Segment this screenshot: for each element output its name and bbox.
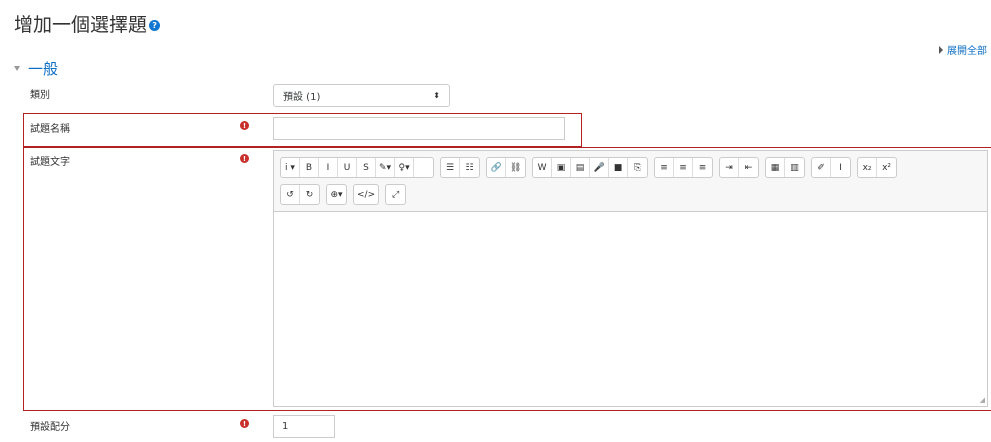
undo-button[interactable]: ↺ [281, 185, 300, 204]
fullscreen-button[interactable]: ⤢ [386, 185, 405, 204]
unlink-button[interactable]: ⛓ [506, 158, 525, 177]
triangle-right-icon [939, 45, 943, 54]
toolbar-group: x₂ x² [857, 157, 898, 178]
ordered-list-button[interactable]: ☷ [460, 158, 479, 177]
toolbar-group: ▦ ▥ [765, 157, 806, 178]
media-button[interactable]: ▤ [571, 158, 591, 177]
resize-grip-icon[interactable]: ◢ [980, 396, 985, 404]
link-button[interactable]: 🔗 [487, 158, 507, 177]
clear-format-button[interactable]: ✐ [812, 158, 832, 177]
redo-button[interactable]: ↻ [300, 185, 319, 204]
manage-files-button[interactable]: ⎘ [628, 158, 647, 177]
align-right-button[interactable]: ≡ [693, 158, 712, 177]
select-arrows-icon: ⬍ [433, 91, 440, 100]
word-import-button[interactable]: W [533, 158, 553, 177]
strikethrough-button[interactable]: ✎▾ [376, 158, 396, 177]
bold-button[interactable]: I [319, 158, 338, 177]
style-dropdown[interactable]: B [300, 158, 319, 177]
help-icon[interactable]: ? [149, 20, 161, 31]
text-cursor-button[interactable]: I [831, 158, 850, 177]
section-general-title: 一般 [28, 60, 59, 78]
question-text-label: 試題文字 [30, 157, 70, 168]
toolbar-group: ⤢ [385, 184, 407, 205]
toolbar-group: 🔗 ⛓ [486, 157, 527, 178]
background-color-dropdown[interactable] [414, 158, 433, 177]
question-name-label: 試題名稱 [30, 124, 70, 135]
triangle-down-icon [14, 66, 20, 71]
align-left-button[interactable]: ≡ [655, 158, 675, 177]
record-audio-button[interactable]: 🎤 [590, 158, 610, 177]
language-dropdown[interactable]: ⊕▾ [327, 185, 346, 204]
expand-all-link[interactable]: 展開全部 [939, 42, 987, 57]
record-video-button[interactable]: ■ [609, 158, 629, 177]
category-select[interactable]: 預設 (1) ⬍ [273, 84, 450, 107]
editor-content-area[interactable] [274, 212, 987, 406]
underline-button[interactable]: S [357, 158, 376, 177]
unordered-list-button[interactable]: ☰ [441, 158, 461, 177]
info-icon[interactable]: i ▾ [281, 158, 300, 177]
toolbar-group: ☰ ☷ [440, 157, 481, 178]
default-mark-label: 預設配分 [30, 422, 70, 433]
page-title-text: 增加一個選擇題 [14, 14, 148, 36]
subscript-button[interactable]: x₂ [858, 158, 878, 177]
section-general-toggle[interactable]: 一般 [14, 58, 58, 79]
toolbar-group: ⇥ ⇤ [719, 157, 760, 178]
question-text-editor: i ▾ B I U S ✎▾ ♀▾ ☰ ☷ 🔗 ⛓ W ▣ ▤ 🎤 ■ ⎘ ≡ ≡ ≡ ⇥ ⇤ ▦ ▥ ✐ Ix₂ x² ↺ ↻ ⊕▾ <… [273, 150, 988, 407]
expand-all-label: 展開全部 [947, 46, 987, 57]
page-title: 增加一個選擇題 ? [14, 10, 161, 37]
font-color-dropdown[interactable]: ♀▾ [395, 158, 415, 177]
editor-toolbar: i ▾ B I U S ✎▾ ♀▾ ☰ ☷ 🔗 ⛓ W ▣ ▤ 🎤 ■ ⎘ ≡ ≡ ≡ ⇥ ⇤ ▦ ▥ ✐ Ix₂ x² ↺ ↻ ⊕▾ <… [274, 151, 987, 212]
image-button[interactable]: ▣ [552, 158, 572, 177]
question-name-input[interactable] [273, 117, 565, 140]
superscript-button[interactable]: x² [877, 158, 896, 177]
toolbar-group: ↺ ↻ [280, 184, 320, 205]
toolbar-group: ✐ I [811, 157, 852, 178]
required-icon: ! [240, 419, 249, 428]
html-button[interactable]: </> [354, 185, 378, 204]
calculator-button[interactable]: ▥ [785, 158, 804, 177]
required-icon: ! [240, 121, 249, 130]
default-mark-input[interactable]: 1 [273, 415, 335, 438]
table-button[interactable]: ▦ [766, 158, 786, 177]
toolbar-group: ≡ ≡ ≡ [654, 157, 714, 178]
align-center-button[interactable]: ≡ [674, 158, 694, 177]
category-label: 類別 [30, 90, 50, 101]
category-select-value: 預設 (1) [283, 92, 321, 103]
italic-button[interactable]: U [338, 158, 357, 177]
toolbar-group: ⊕▾ [326, 184, 347, 205]
outdent-button[interactable]: ⇤ [739, 158, 758, 177]
indent-button[interactable]: ⇥ [720, 158, 740, 177]
required-icon: ! [240, 154, 249, 163]
toolbar-group: </> [353, 184, 380, 205]
toolbar-group: W ▣ ▤ 🎤 ■ ⎘ [532, 157, 649, 178]
toolbar-group: i ▾ B I U S ✎▾ ♀▾ [280, 157, 435, 178]
